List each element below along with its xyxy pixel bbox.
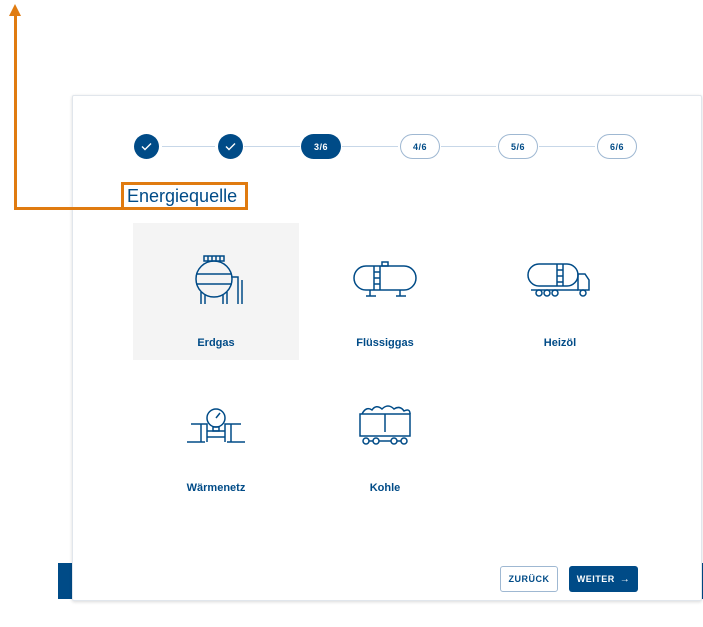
option-heizoel[interactable]: Heizöl <box>477 223 643 360</box>
option-waermenetz[interactable]: Wärmenetz <box>133 368 299 505</box>
oil-truck-icon <box>527 255 593 305</box>
step-connector <box>162 146 215 147</box>
option-label: Kohle <box>369 482 401 494</box>
step-connector <box>244 146 300 147</box>
district-heating-pipe-icon <box>185 400 247 450</box>
annotation-arrow-up-icon <box>9 4 21 16</box>
back-button-label: ZURÜCK <box>508 574 550 584</box>
step-connector <box>539 146 595 147</box>
next-button[interactable]: WEITER → <box>569 566 638 592</box>
annotation-highlight-box <box>121 182 248 210</box>
option-erdgas[interactable]: Erdgas <box>133 223 299 360</box>
back-button[interactable]: ZURÜCK <box>500 566 558 592</box>
step-2-done[interactable] <box>218 134 243 159</box>
arrow-right-icon: → <box>619 573 631 585</box>
step-connector <box>441 146 496 147</box>
step-6[interactable]: 6/6 <box>597 134 637 159</box>
step-3-active[interactable]: 3/6 <box>301 134 341 159</box>
option-label: Heizöl <box>543 337 577 349</box>
lpg-tank-icon <box>352 255 418 305</box>
check-icon <box>225 143 236 151</box>
step-5[interactable]: 5/6 <box>498 134 538 159</box>
option-fluessiggas[interactable]: Flüssiggas <box>302 223 468 360</box>
step-4[interactable]: 4/6 <box>400 134 440 159</box>
step-1-done[interactable] <box>134 134 159 159</box>
gas-tank-icon <box>186 255 246 305</box>
annotation-line-horizontal <box>14 207 124 210</box>
option-label: Wärmenetz <box>186 482 246 494</box>
option-label: Flüssiggas <box>356 337 414 349</box>
coal-wagon-icon <box>354 400 416 450</box>
check-icon <box>141 143 152 151</box>
next-button-label: WEITER <box>576 574 615 584</box>
step-connector <box>342 146 398 147</box>
annotation-line-vertical <box>14 14 17 210</box>
option-label: Erdgas <box>197 337 235 349</box>
option-kohle[interactable]: Kohle <box>302 368 468 505</box>
